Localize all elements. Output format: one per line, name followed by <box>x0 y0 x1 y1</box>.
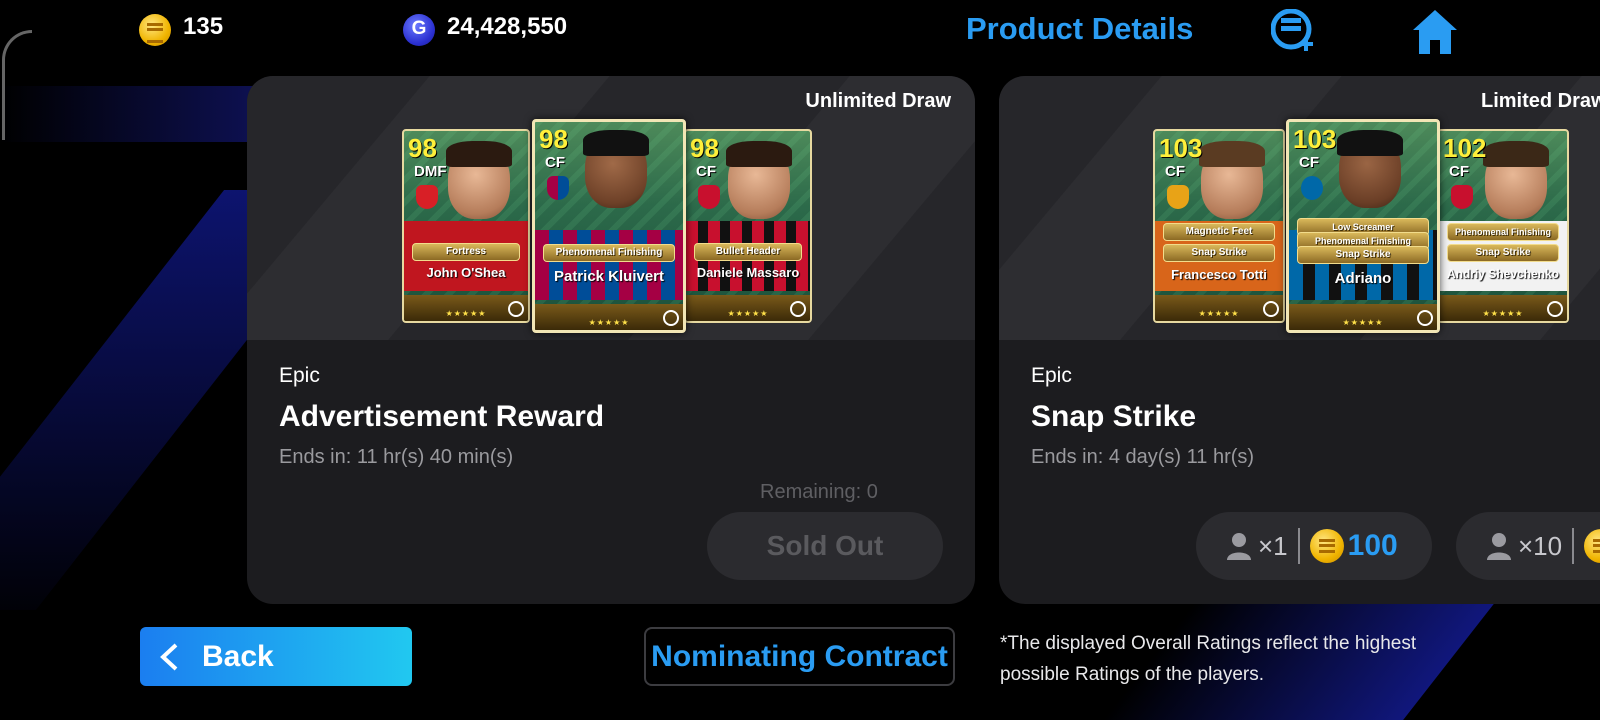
gp-icon: G <box>403 14 435 46</box>
club-badge-icon <box>1451 185 1473 209</box>
player-hair <box>1483 141 1549 167</box>
player-rating: 98 <box>690 133 719 163</box>
player-position: CF <box>545 154 565 171</box>
efootball-logo-icon <box>790 301 806 317</box>
back-button[interactable]: Back <box>140 627 412 686</box>
ecoin-add-icon[interactable] <box>1271 9 1317 55</box>
player-card[interactable]: 98 DMF Fortress John O'Shea ★★★★★ <box>402 129 530 323</box>
buy-x10-button[interactable]: ×10 <box>1456 512 1600 580</box>
skill-label: Magnetic Feet <box>1163 223 1275 241</box>
player-hair <box>446 141 512 167</box>
player-position: CF <box>1299 154 1319 171</box>
player-rating: 98 <box>408 133 437 163</box>
gp-icon-letter: G <box>411 18 427 39</box>
draw-quantity: ×10 <box>1518 530 1563 561</box>
rarity-label: Epic <box>279 364 320 387</box>
chevron-left-icon <box>160 643 178 670</box>
skill-label: Snap Strike <box>1447 244 1559 262</box>
ratings-disclaimer: *The displayed Overall Ratings reflect t… <box>1000 633 1417 685</box>
player-position: CF <box>1449 163 1469 180</box>
skill-label: Snap Strike <box>1297 246 1429 264</box>
player-position: DMF <box>414 163 447 180</box>
person-icon <box>1487 533 1511 560</box>
end-time: Ends in: 4 day(s) 11 hr(s) <box>1031 446 1255 468</box>
player-card[interactable]: 98 CF Bullet Header Daniele Massaro ★★★★… <box>684 129 812 323</box>
efootball-coin-icon <box>139 14 171 46</box>
home-icon[interactable] <box>1410 8 1460 56</box>
background-stripe <box>0 86 260 142</box>
person-icon <box>1227 533 1251 560</box>
player-position: CF <box>1165 163 1185 180</box>
player-hair <box>583 130 649 156</box>
gp-balance: 24,428,550 <box>447 13 568 40</box>
player-hair <box>726 141 792 167</box>
star-rating-icon: ★★★★★ <box>1342 318 1384 327</box>
skill-label: Snap Strike <box>1163 244 1275 262</box>
skill-label: Phenomenal Finishing <box>543 244 675 262</box>
divider <box>1297 528 1300 564</box>
draw-type-label: Unlimited Draw <box>805 90 951 112</box>
club-badge-icon <box>698 185 720 209</box>
draw-price: 100 <box>1347 529 1398 562</box>
skill-label: Fortress <box>412 243 520 261</box>
efootball-logo-icon <box>1263 301 1279 317</box>
end-time: Ends in: 11 hr(s) 40 min(s) <box>279 446 514 468</box>
player-name: John O'Shea <box>426 265 506 280</box>
skill-label: Bullet Header <box>694 243 802 261</box>
player-rating: 103 <box>1293 124 1337 154</box>
side-arc-decoration <box>2 30 32 140</box>
player-rating: 102 <box>1443 133 1487 163</box>
club-badge-icon <box>547 176 569 200</box>
player-name: Patrick Kluivert <box>553 268 665 285</box>
player-rating: 98 <box>539 124 568 154</box>
efootball-coin-icon <box>1309 529 1344 563</box>
club-badge-icon <box>416 185 438 209</box>
product-title: Snap Strike <box>1031 400 1197 433</box>
draw-quantity: ×1 <box>1258 530 1288 561</box>
player-card[interactable]: 103 CF Magnetic Feet Snap Strike Frances… <box>1153 129 1285 323</box>
coin-balance: 135 <box>183 13 224 40</box>
jersey <box>535 230 683 300</box>
page-title: Product Details <box>966 11 1194 46</box>
player-name: Daniele Massaro <box>696 265 800 280</box>
club-badge-icon <box>1301 176 1323 200</box>
player-position: CF <box>696 163 716 180</box>
player-card-featured[interactable]: 98 CF Phenomenal Finishing Patrick Kluiv… <box>532 119 686 333</box>
nominating-contract-button[interactable]: Nominating Contract <box>644 627 955 686</box>
player-hair <box>1199 141 1265 167</box>
player-name: Francesco Totti <box>1171 267 1267 282</box>
player-card-featured[interactable]: 103 CF Low Screamer Phenomenal Finishing… <box>1286 119 1440 333</box>
product-card-snap-strike[interactable]: Limited Draw 103 CF Magnetic Feet Snap S… <box>999 76 1600 604</box>
club-badge-icon <box>1167 185 1189 209</box>
product-banner: Limited Draw 103 CF Magnetic Feet Snap S… <box>999 76 1600 340</box>
back-label: Back <box>202 639 274 673</box>
remaining-count: Remaining: 0 <box>760 481 878 503</box>
player-name: Adriano <box>1334 270 1392 287</box>
player-card[interactable]: 102 CF Phenomenal Finishing Snap Strike … <box>1437 129 1569 323</box>
product-card-advertisement-reward[interactable]: Unlimited Draw 98 DMF Fortress John O'Sh… <box>247 76 975 604</box>
efootball-logo-icon <box>1547 301 1563 317</box>
efootball-logo-icon <box>663 310 679 326</box>
divider <box>1572 528 1575 564</box>
product-banner: Unlimited Draw 98 DMF Fortress John O'Sh… <box>247 76 975 340</box>
buy-x1-button[interactable]: ×1 100 <box>1196 512 1432 580</box>
product-title: Advertisement Reward <box>279 400 605 433</box>
draw-type-label: Limited Draw <box>1481 90 1600 112</box>
efootball-logo-icon <box>508 301 524 317</box>
player-name: Andriy Shevchenko <box>1446 267 1560 281</box>
efootball-logo-icon <box>1417 310 1433 326</box>
star-rating-icon: ★★★★★ <box>588 318 630 327</box>
player-rating: 103 <box>1159 133 1203 163</box>
efootball-coin-icon <box>1584 529 1600 563</box>
sold-out-button[interactable]: Sold Out <box>707 512 943 580</box>
rarity-label: Epic <box>1031 364 1072 387</box>
skill-label: Phenomenal Finishing <box>1447 223 1559 241</box>
player-hair <box>1337 130 1403 156</box>
